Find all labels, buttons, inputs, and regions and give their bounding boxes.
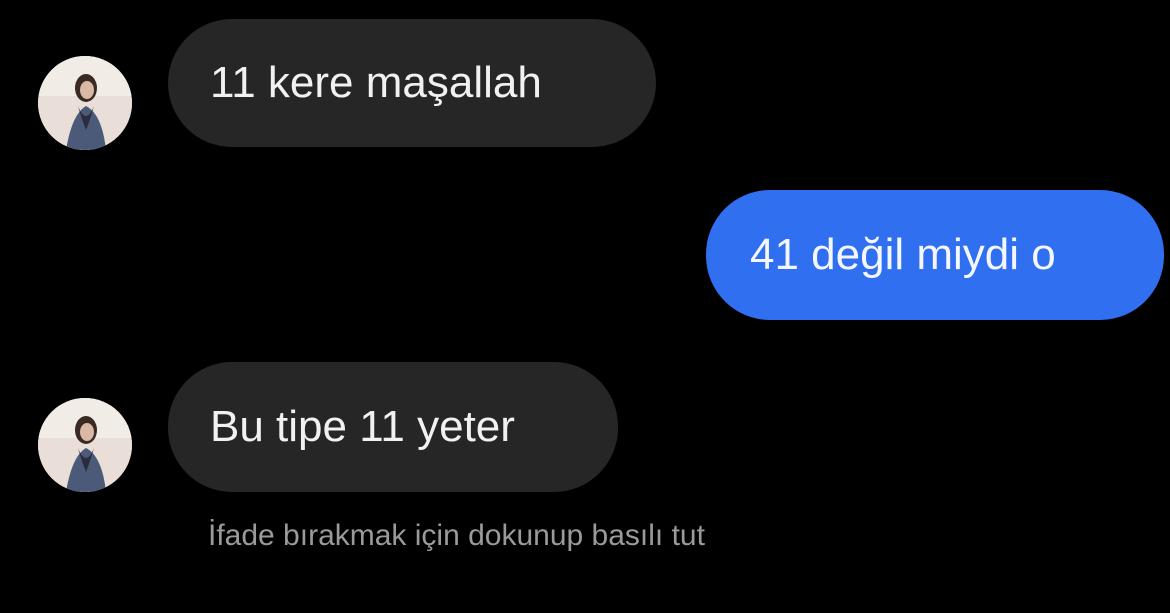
reaction-hint: İfade bırakmak için dokunup basılı tut xyxy=(208,519,705,552)
message-text: 41 değil miydi o xyxy=(750,230,1056,279)
avatar-photo-icon xyxy=(38,398,132,492)
message-text: 11 kere maşallah xyxy=(210,58,542,107)
message-bubble-incoming[interactable]: 11 kere maşallah xyxy=(168,19,656,147)
message-bubble-incoming[interactable]: Bu tipe 11 yeter xyxy=(168,362,618,492)
message-bubble-outgoing[interactable]: 41 değil miydi o xyxy=(706,190,1164,320)
chat-thread: 11 kere maşallah 41 değil miydi o Bu tip… xyxy=(0,0,1170,613)
message-text: Bu tipe 11 yeter xyxy=(210,402,515,451)
avatar-photo-icon xyxy=(38,56,132,150)
contact-avatar[interactable] xyxy=(38,56,132,150)
contact-avatar[interactable] xyxy=(38,398,132,492)
